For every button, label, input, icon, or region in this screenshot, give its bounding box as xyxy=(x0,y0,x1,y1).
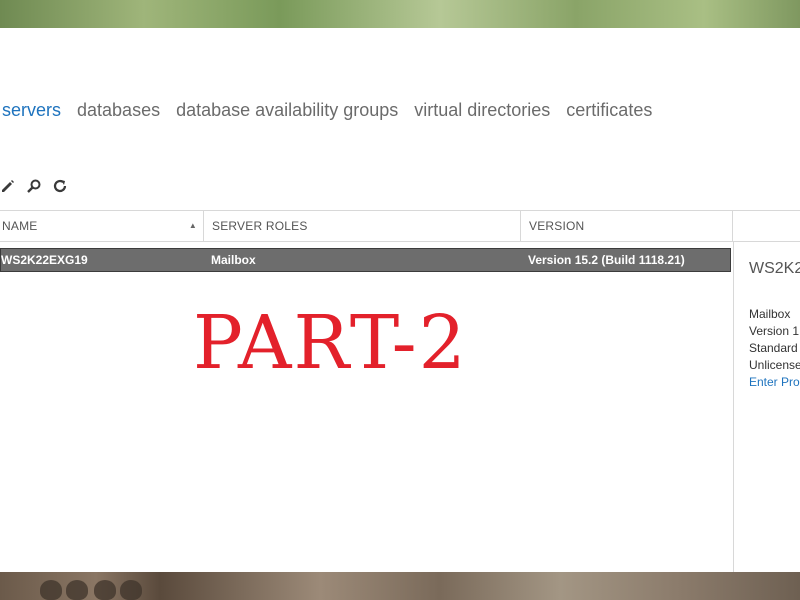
details-version: Version 1 xyxy=(749,324,800,338)
background-photo-bottom xyxy=(0,572,800,600)
paw-shape xyxy=(40,580,62,600)
column-header-version[interactable]: VERSION xyxy=(521,211,733,241)
tab-certificates[interactable]: certificates xyxy=(566,100,652,124)
enter-product-key-link[interactable]: Enter Prod xyxy=(749,375,800,389)
search-icon[interactable] xyxy=(26,178,42,194)
tab-databases[interactable]: databases xyxy=(77,100,160,124)
details-title: WS2K2 xyxy=(749,260,800,277)
paw-shape xyxy=(120,580,142,600)
tab-virtual-directories[interactable]: virtual directories xyxy=(414,100,550,124)
column-header-server-roles[interactable]: SERVER ROLES xyxy=(204,211,521,241)
paw-shape xyxy=(66,580,88,600)
sort-ascending-icon: ▲ xyxy=(188,221,197,230)
table-header: NAME ▲ SERVER ROLES VERSION xyxy=(0,211,800,242)
tab-servers[interactable]: servers xyxy=(2,100,61,124)
column-header-name[interactable]: NAME ▲ xyxy=(0,211,204,241)
table-row[interactable]: WS2K22EXG19 Mailbox Version 15.2 (Build … xyxy=(0,248,731,272)
server-version-cell: Version 15.2 (Build 1118.21) xyxy=(528,253,685,267)
details-edition: Standard xyxy=(749,341,798,355)
details-license-status: Unlicense xyxy=(749,358,800,372)
part-2-overlay-text: PART-2 xyxy=(193,300,468,386)
toolbar xyxy=(0,178,68,194)
paw-shape xyxy=(94,580,116,600)
refresh-icon[interactable] xyxy=(52,178,68,194)
server-roles-cell: Mailbox xyxy=(211,253,256,267)
tab-database-availability-groups[interactable]: database availability groups xyxy=(176,100,398,124)
details-pane: WS2K2 Mailbox Version 1 Standard Unlicen… xyxy=(733,241,800,573)
edit-icon[interactable] xyxy=(0,178,16,194)
tab-bar: servers databases database availability … xyxy=(2,100,652,124)
details-role: Mailbox xyxy=(749,307,791,321)
servers-table: NAME ▲ SERVER ROLES VERSION WS2K22EXG19 … xyxy=(0,210,800,573)
server-name-cell: WS2K22EXG19 xyxy=(1,253,88,267)
background-photo-top xyxy=(0,0,800,28)
